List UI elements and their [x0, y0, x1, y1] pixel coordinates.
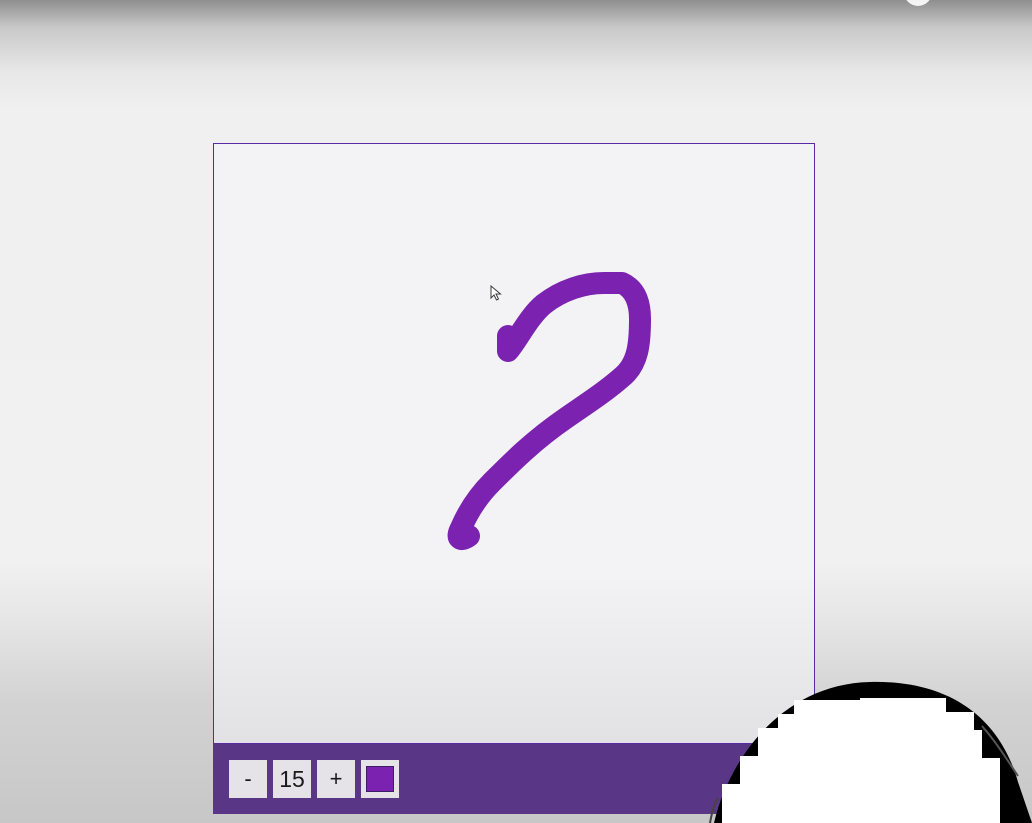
drawn-stroke — [447, 272, 651, 550]
brush-size-display: 15 — [273, 760, 311, 798]
stroke-path — [447, 272, 651, 550]
top-right-overlay-controls — [900, 0, 1032, 10]
toolbox: - 15 + — [213, 744, 816, 814]
drawing-canvas[interactable] — [213, 143, 815, 744]
decrease-size-button[interactable]: - — [229, 760, 267, 798]
color-picker[interactable] — [361, 760, 399, 798]
increase-size-button[interactable]: + — [317, 760, 355, 798]
selected-color-swatch — [366, 766, 394, 792]
